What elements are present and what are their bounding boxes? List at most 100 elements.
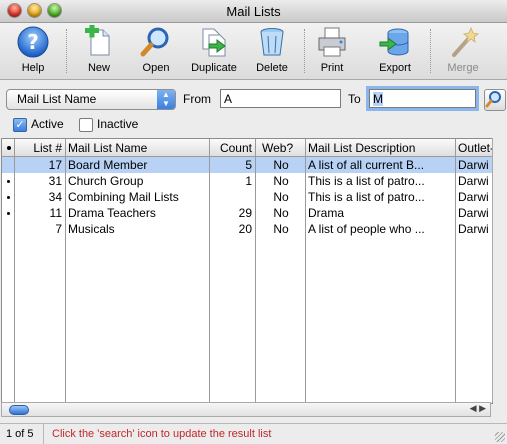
from-label: From [183,92,211,106]
cell-outlet: Darwi [458,158,489,172]
flag-column-dot [7,146,11,150]
merge-button[interactable]: Merge [435,25,491,74]
cell-mail-list-name: Drama Teachers [68,206,156,220]
cell-outlet: Darwi [458,174,489,188]
svg-text:?: ? [27,30,39,54]
cell-description: A list of people who ... [308,222,425,236]
cell-description: This is a list of patro... [308,190,425,204]
print-button[interactable]: Print [304,25,360,74]
header-mail-list-name[interactable]: Mail List Name [68,141,208,155]
active-label: Active [31,117,64,131]
cell-outlet: Darwi [458,206,489,220]
column-divider [65,139,66,403]
cell-list-number: 7 [55,222,62,236]
title-bar: Mail Lists [0,0,507,23]
new-document-icon [85,25,110,56]
cell-web: No [273,174,289,188]
delete-label: Delete [256,62,288,74]
toolbar-separator [430,29,432,73]
search-field-value: Mail List Name [17,92,97,106]
cell-list-number: 31 [48,174,62,188]
help-label: Help [21,62,45,74]
cell-description: A list of all current B... [308,158,425,172]
table-row[interactable]: 11 Drama Teachers 29 No Drama Darwi [2,205,492,221]
cell-description: This is a list of patro... [308,174,425,188]
table-row[interactable]: 31 Church Group 1 No This is a list of patro… [2,173,492,189]
table-row[interactable]: 7 Musicals 20 No A list of people who ... Dar… [2,221,492,237]
status-message: Click the 'search' icon to update the re… [52,428,272,440]
status-bar: 1 of 5 Click the 'search' icon to update… [0,423,507,444]
header-description[interactable]: Mail List Description [308,141,454,155]
header-list-number[interactable]: List # [17,141,62,155]
cell-list-number: 11 [49,206,62,220]
record-count: 1 of 5 [6,428,34,440]
print-label: Print [320,62,344,74]
cell-count: 5 [245,158,252,172]
duplicate-label: Duplicate [191,62,237,74]
search-button[interactable] [484,89,506,111]
search-icon [485,91,501,108]
header-outlet[interactable]: Outlet-C [458,141,492,155]
cell-count: 29 [238,206,252,220]
table-row[interactable]: 17 Board Member 5 No A list of all current B… [2,157,492,173]
cell-count: 20 [238,222,252,236]
checkbox-box [79,118,93,132]
trash-icon [260,28,284,56]
cell-web: No [273,158,289,172]
toolbar: ? Help New Open Duplicate Delete Print E… [0,23,507,80]
scroll-arrows-icon[interactable]: ◀ ▶ [470,403,486,414]
vertical-scrollbar[interactable] [492,138,507,402]
help-icon: ? [17,26,49,58]
cell-count: 1 [245,174,252,188]
magic-wand-icon [452,26,480,57]
open-label: Open [142,62,170,74]
to-label: To [348,92,361,106]
cell-outlet: Darwi [458,222,489,236]
mail-lists-window: Mail Lists ? Help New Open Duplicate Del… [0,0,507,444]
row-flag-dot [7,180,10,183]
duplicate-button[interactable]: Duplicate [186,25,242,74]
cell-mail-list-name: Combining Mail Lists [68,190,179,204]
row-flag-dot [7,196,10,199]
from-input[interactable]: A [220,89,341,108]
window-title: Mail Lists [226,4,281,19]
printer-icon [318,27,346,57]
help-button[interactable]: ? Help [5,25,61,74]
search-field-popup[interactable]: Mail List Name ▲ ▼ [6,89,176,110]
cell-list-number: 34 [48,190,62,204]
toolbar-separator [66,29,68,73]
header-web[interactable]: Web? [262,141,302,155]
cell-web: No [273,222,289,236]
cell-mail-list-name: Board Member [68,158,148,172]
cell-web: No [273,206,289,220]
column-divider [14,139,15,403]
header-count[interactable]: Count [211,141,252,155]
column-divider [255,139,256,403]
resize-grip[interactable] [495,432,505,442]
cell-web: No [273,190,289,204]
export-label: Export [379,62,411,74]
to-input[interactable]: M [369,89,476,108]
status-divider [43,424,44,444]
new-button[interactable]: New [71,25,127,74]
table-header: List # Mail List Name Count Web? Mail Li… [2,139,492,157]
horizontal-scrollbar[interactable]: ◀ ▶ [1,402,491,417]
magnifier-icon [140,27,169,57]
export-button[interactable]: Export [367,25,423,74]
cell-mail-list-name: Musicals [68,222,115,236]
open-button[interactable]: Open [128,25,184,74]
mail-list-table[interactable]: List # Mail List Name Count Web? Mail Li… [1,138,493,404]
column-divider [209,139,210,403]
scroll-thumb[interactable] [9,405,29,415]
cell-description: Drama [308,206,345,220]
popup-arrows-icon: ▲ ▼ [157,90,175,109]
inactive-label: Inactive [97,117,139,131]
to-input-value: M [373,92,383,106]
row-flag-dot [7,212,10,215]
cell-list-number: 17 [48,158,62,172]
export-database-icon [379,28,409,56]
table-row[interactable]: 34 Combining Mail Lists No This is a list o… [2,189,492,205]
delete-button[interactable]: Delete [244,25,300,74]
duplicate-icon [202,28,226,57]
checkmark-icon: ✓ [13,118,27,132]
